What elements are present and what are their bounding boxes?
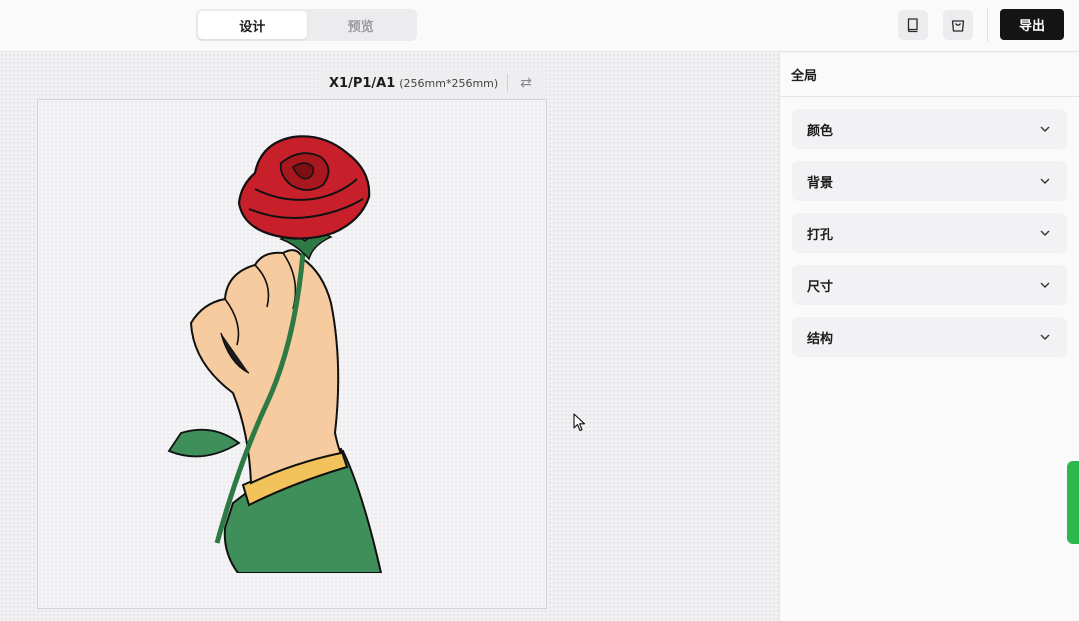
size-code: X1/P1/A1	[329, 75, 396, 91]
size-label-divider	[507, 74, 508, 92]
section-structure[interactable]: 结构	[792, 317, 1067, 357]
chevron-down-icon	[1040, 334, 1050, 340]
side-help-tab[interactable]	[1067, 461, 1079, 544]
section-label: 结构	[807, 331, 834, 347]
guide-button[interactable]	[898, 10, 928, 40]
chevron-down-icon	[1040, 126, 1050, 132]
panel-title: 全局	[780, 53, 1079, 97]
section-punch[interactable]: 打孔	[792, 213, 1067, 253]
mode-toggle: 设计 预览	[196, 9, 417, 41]
canvas-area[interactable]: X1/P1/A1 (256mm*256mm) ⇄	[0, 53, 779, 621]
size-label: X1/P1/A1 (256mm*256mm) ⇄	[318, 69, 546, 97]
size-dimensions: (256mm*256mm)	[399, 76, 499, 90]
section-label: 打孔	[807, 227, 834, 243]
tab-preview[interactable]: 预览	[307, 11, 416, 39]
chevron-down-icon	[1040, 282, 1050, 288]
mouse-cursor-icon	[573, 413, 586, 432]
top-bar: 设计 预览 导出	[0, 0, 1079, 52]
toolbar-divider	[987, 8, 988, 42]
tab-design[interactable]: 设计	[198, 11, 307, 39]
cart-button[interactable]	[943, 10, 973, 40]
section-label: 颜色	[807, 123, 834, 139]
section-label: 背景	[807, 175, 834, 191]
artboard[interactable]	[37, 99, 547, 609]
section-background[interactable]: 背景	[792, 161, 1067, 201]
rose-artwork[interactable]	[163, 133, 383, 573]
export-button[interactable]: 导出	[1000, 9, 1064, 40]
book-icon	[907, 18, 918, 33]
section-color[interactable]: 颜色	[792, 109, 1067, 149]
section-label: 尺寸	[807, 279, 834, 295]
section-size[interactable]: 尺寸	[792, 265, 1067, 305]
shopping-bag-icon	[951, 20, 965, 32]
properties-panel: 全局 颜色 背景 打孔 尺寸 结构	[779, 53, 1079, 621]
chevron-down-icon	[1040, 178, 1050, 184]
chevron-down-icon	[1040, 230, 1050, 236]
swap-arrows-icon[interactable]: ⇄	[515, 72, 537, 94]
